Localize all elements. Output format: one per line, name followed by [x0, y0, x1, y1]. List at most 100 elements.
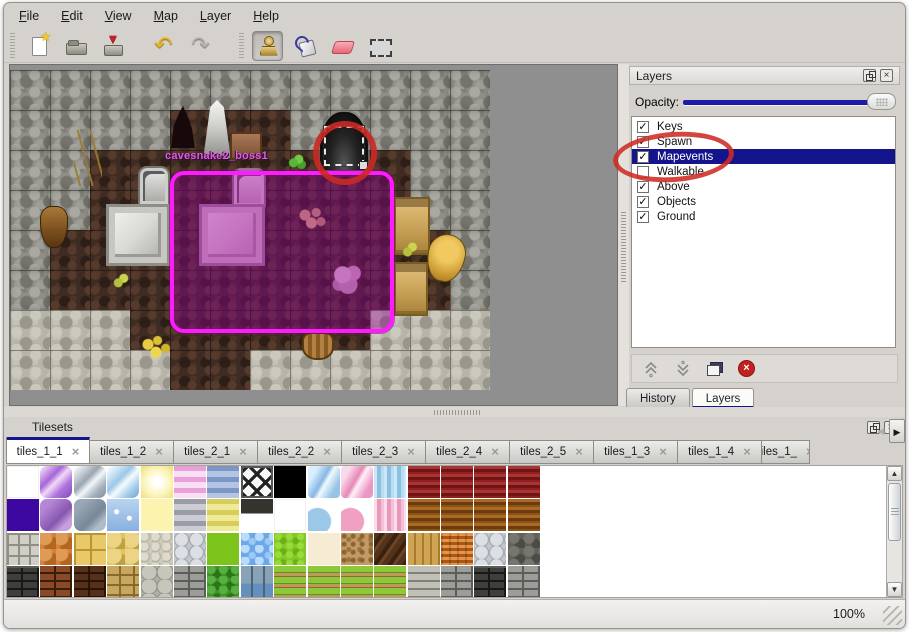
palette-tile-wall-cobble[interactable]: [141, 566, 173, 598]
map-tile[interactable]: [90, 350, 130, 390]
map-tile[interactable]: [10, 350, 50, 390]
close-tab-icon[interactable]: ×: [323, 447, 331, 457]
palette-tile-patch-pink[interactable]: [341, 499, 373, 531]
map-tile[interactable]: [90, 310, 130, 350]
palette-tile-grass-green[interactable]: [274, 533, 306, 565]
close-tab-icon[interactable]: ×: [407, 447, 415, 457]
map-tile[interactable]: [450, 70, 490, 110]
opacity-slider[interactable]: [683, 92, 896, 112]
scroll-tabs-right-icon[interactable]: ▶: [889, 419, 905, 443]
palette-tile-brick-red[interactable]: [408, 466, 440, 498]
map-tile[interactable]: [410, 70, 450, 110]
layer-row-spawn[interactable]: ✓Spawn: [632, 134, 895, 149]
scroll-up-icon[interactable]: ▲: [887, 466, 902, 481]
tileset-tab-tiles_2_2[interactable]: tiles_2_2×: [258, 440, 342, 464]
layer-checkbox[interactable]: ✓: [637, 196, 649, 208]
palette-tile-brick-gray[interactable]: [508, 566, 540, 598]
palette-tile-lattice[interactable]: [241, 466, 273, 498]
map-tile[interactable]: [290, 70, 330, 110]
palette-tile-blocks-tan[interactable]: [107, 566, 139, 598]
splitter-grip[interactable]: [434, 410, 480, 415]
map-tile[interactable]: [450, 150, 490, 190]
palette-tile-glass-gray[interactable]: [74, 466, 106, 498]
palette-tile-brick-brown[interactable]: [508, 499, 540, 531]
palette-tile-brick-red[interactable]: [441, 466, 473, 498]
map-tile[interactable]: [50, 270, 90, 310]
map-tile[interactable]: [250, 70, 290, 110]
palette-tile-wood-plank[interactable]: [408, 533, 440, 565]
scroll-down-icon[interactable]: ▼: [887, 582, 902, 597]
map-tile[interactable]: [450, 110, 490, 150]
map-tile[interactable]: [10, 310, 50, 350]
layer-row-objects[interactable]: ✓Objects: [632, 194, 895, 209]
map-tile[interactable]: [450, 310, 490, 350]
palette-tile-water-sparkle[interactable]: [107, 499, 139, 531]
palette-tile-glass-blue[interactable]: [107, 466, 139, 498]
tileset-tab-tiles_1_3[interactable]: tiles_1_3×: [594, 440, 678, 464]
close-tab-icon[interactable]: ×: [575, 447, 583, 457]
select-tool-button[interactable]: [363, 31, 394, 61]
map-tile[interactable]: [170, 350, 210, 390]
palette-tile-paving-gray[interactable]: [7, 533, 39, 565]
palette-tile-stone-yellow[interactable]: [107, 533, 139, 565]
close-tab-icon[interactable]: ×: [155, 447, 163, 457]
palette-tile-brick-gray[interactable]: [174, 566, 206, 598]
palette-tile-brick-brown[interactable]: [441, 499, 473, 531]
opacity-slider-handle[interactable]: [867, 93, 896, 110]
map-tile[interactable]: [410, 310, 450, 350]
layer-checkbox[interactable]: ✓: [637, 121, 649, 133]
palette-tile-glass-purple2[interactable]: [40, 499, 72, 531]
map-tile[interactable]: [10, 270, 50, 310]
tileset-tab-tiles_2_3[interactable]: tiles_2_3×: [342, 440, 426, 464]
palette-tile-glass-purple[interactable]: [40, 466, 72, 498]
palette-tile-plank-stone[interactable]: [408, 566, 440, 598]
palette-tile-brick-red[interactable]: [474, 466, 506, 498]
move-layer-down-button[interactable]: [670, 357, 695, 380]
tileset-tab-tiles_2_5[interactable]: tiles_2_5×: [510, 440, 594, 464]
palette-tile-stripe-yellow[interactable]: [207, 499, 239, 531]
palette-tile-water-blue[interactable]: [241, 533, 273, 565]
save-file-button[interactable]: [97, 31, 128, 61]
toolbar-handle[interactable]: [237, 33, 245, 59]
layer-row-mapevents[interactable]: ✓Mapevents: [632, 149, 895, 164]
layer-row-keys[interactable]: ✓Keys: [632, 119, 895, 134]
palette-tile-glass-blue2[interactable]: [308, 466, 340, 498]
map-tile[interactable]: [330, 350, 370, 390]
map-tile[interactable]: [410, 150, 450, 190]
palette-tile-brick-gray[interactable]: [441, 566, 473, 598]
palette-tile-cobble-gray[interactable]: [474, 533, 506, 565]
map-tile[interactable]: [210, 350, 250, 390]
map-tile[interactable]: [330, 70, 370, 110]
palette-tile-stripe-pink[interactable]: [174, 466, 206, 498]
map-tile[interactable]: [450, 350, 490, 390]
palette-tile-grass-row[interactable]: [374, 566, 406, 598]
float-panel-icon[interactable]: [863, 69, 876, 82]
map-tile[interactable]: [10, 70, 50, 110]
palette-tile-wall-dark[interactable]: [474, 566, 506, 598]
tab-layers[interactable]: Layers: [692, 388, 755, 409]
map-tile[interactable]: [370, 350, 410, 390]
palette-tile-white[interactable]: [274, 499, 306, 531]
tileset-tab-tiles_2_4[interactable]: tiles_2_4×: [426, 440, 510, 464]
palette-tile-drape-pink[interactable]: [374, 499, 406, 531]
eraser-tool-button[interactable]: [326, 31, 357, 61]
layer-checkbox[interactable]: ✓: [637, 181, 649, 193]
map-tile[interactable]: [130, 270, 170, 310]
opacity-slider-track[interactable]: [683, 100, 892, 105]
layer-checkbox[interactable]: [637, 166, 649, 178]
move-layer-up-button[interactable]: [638, 357, 663, 380]
map-tile[interactable]: [130, 110, 170, 150]
close-tab-icon[interactable]: ×: [743, 447, 751, 457]
tileset-tab-tiles_2_1[interactable]: tiles_2_1×: [174, 440, 258, 464]
map-selection-rect[interactable]: [170, 171, 394, 333]
tileset-tab-tiles_1_1[interactable]: tiles_1_1×: [6, 437, 90, 464]
palette-tile-drape-blue[interactable]: [374, 466, 406, 498]
map-tile[interactable]: [10, 110, 50, 150]
layer-checkbox[interactable]: ✓: [637, 211, 649, 223]
layer-checkbox[interactable]: ✓: [637, 136, 649, 148]
tileset-tab-tiles_1_[interactable]: tiles_1_×: [762, 440, 810, 464]
palette-tile-glass-pink2[interactable]: [341, 466, 373, 498]
menu-help[interactable]: Help: [242, 5, 290, 27]
stamp-tool-button[interactable]: [252, 31, 283, 61]
palette-tile-pale-yellow[interactable]: [141, 499, 173, 531]
